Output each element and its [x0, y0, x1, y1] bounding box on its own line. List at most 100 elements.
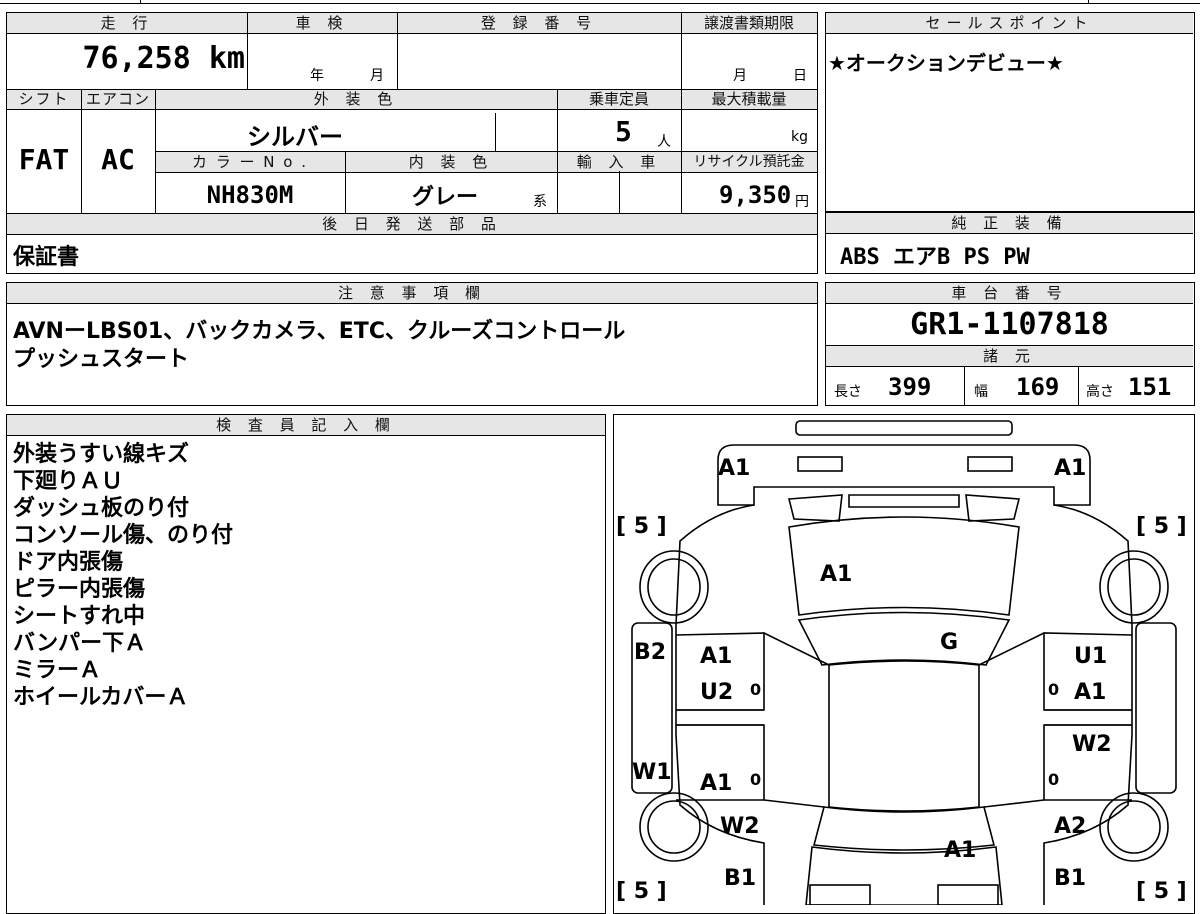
later-parts-header: 後 日 発 送 部 品 — [7, 213, 817, 235]
interior-color-value: グレー — [412, 185, 479, 210]
wheel-front-left-inner — [647, 558, 701, 616]
inspector-line: ピラー内張傷 — [13, 577, 146, 602]
top-strip-divider — [140, 0, 141, 4]
body-outline — [675, 504, 1133, 905]
registration-header: 登 録 番 号 — [397, 13, 681, 34]
damage-rear-right-1: A2 — [1054, 814, 1086, 839]
cowl-left — [787, 494, 843, 522]
inspector-header: 検 査 員 記 入 欄 — [7, 415, 605, 436]
damage-rear-left-2: B1 — [724, 866, 756, 891]
damage-front-door-right-2: A1 — [1074, 680, 1106, 705]
grid-line — [619, 171, 620, 213]
grid-line — [1078, 367, 1079, 405]
grid-line — [247, 13, 248, 89]
mileage-header: 走 行 — [7, 13, 247, 34]
exterior-color-value: シルバー — [247, 123, 343, 151]
inspection-month-unit: 月 — [370, 68, 384, 84]
damage-rear-door-left-1: A1 — [700, 771, 732, 796]
car-diagram: [ 5 ] [ 5 ] [ 5 ] [ 5 ] A1 A1 A1 G B2 A1… — [616, 420, 1187, 905]
cowl-center — [848, 494, 960, 508]
windshield — [797, 611, 1011, 666]
grid-line — [681, 13, 682, 213]
rear-bumper-right — [937, 884, 999, 905]
interior-color-suffix: 系 — [533, 194, 547, 210]
later-parts-value: 保証書 — [13, 245, 80, 270]
damage-windshield: G — [940, 630, 958, 655]
damage-left-side: W1 — [632, 760, 672, 785]
color-no-value: NH830M — [206, 181, 294, 209]
width-label: 幅 — [974, 384, 988, 400]
damage-rear-door-right-1: W2 — [1072, 732, 1112, 757]
recycle-fee-value: 9,350 — [719, 181, 792, 209]
damage-hood: A1 — [820, 562, 852, 587]
grid-line — [964, 367, 965, 405]
aircon-value: AC — [101, 143, 135, 176]
height-label: 高さ — [1086, 384, 1114, 400]
sales-point-text: ★オークションデビュー★ — [828, 51, 1064, 75]
genuine-equipment-value: ABS エアB PS PW — [840, 245, 1030, 270]
chassis-box: 車 台 番 号 GR1-1107818 諸 元 長さ 399 幅 169 高さ … — [825, 282, 1195, 406]
import-header: 輸 入 車 — [557, 151, 681, 173]
color-no-header: カ ラ ー N o . — [155, 151, 345, 173]
exterior-color-header: 外 装 色 — [155, 89, 557, 110]
max-load-header: 最大積載量 — [681, 89, 817, 110]
pillar-left — [763, 632, 830, 666]
damage-trunk: A1 — [944, 838, 976, 863]
capacity-unit: 人 — [657, 134, 671, 150]
grid-line — [81, 89, 82, 213]
specs-header: 諸 元 — [826, 345, 1193, 367]
damage-front-left: A1 — [718, 456, 750, 481]
tire-label-bl: [ 5 ] — [616, 879, 667, 904]
grid-line — [495, 113, 496, 151]
notes-box: 注 意 事 項 欄 AVNーLBS01、バックカメラ、ETC、クルーズコントロー… — [6, 282, 818, 406]
cowl-right — [965, 494, 1021, 522]
recycle-fee-unit: 円 — [795, 194, 809, 210]
grid-line — [155, 89, 156, 213]
chassis-value: GR1-1107818 — [910, 307, 1109, 342]
grid-line — [345, 151, 346, 213]
inspector-line: 外装うすい線キズ — [13, 442, 190, 467]
inspector-line: ドア内張傷 — [13, 550, 124, 575]
interior-color-header: 内 装 色 — [345, 151, 557, 173]
damage-rear-left-1: W2 — [720, 814, 760, 839]
wheel-rear-left — [639, 792, 709, 862]
inspector-line: バンパー下Ａ — [13, 631, 147, 656]
pillar-right — [978, 632, 1045, 666]
grid-line — [7, 89, 817, 90]
sales-point-header: セールスポイント — [826, 13, 1193, 34]
transfer-month-unit: 月 — [733, 68, 747, 84]
transfer-deadline-header: 譲渡書類期限 — [681, 13, 817, 34]
wheel-front-left — [639, 550, 709, 624]
damage-front-door-right-3: 0 — [1048, 680, 1059, 699]
inspector-line: コンソール傷、のり付 — [13, 523, 234, 548]
shift-value: FAT — [18, 143, 70, 176]
headlight-right — [967, 456, 1013, 472]
inspector-line: シートすれ中 — [13, 604, 146, 629]
wheel-rear-right — [1099, 792, 1169, 862]
wheel-rear-left-inner — [647, 800, 701, 854]
roof — [828, 660, 980, 812]
top-strip-divider — [1088, 0, 1089, 4]
shift-header: シフト — [7, 89, 81, 110]
aircon-header: エアコン — [81, 89, 155, 110]
sales-point-box: セールスポイント ★オークションデビュー★ — [825, 12, 1195, 212]
tire-label-br: [ 5 ] — [1136, 879, 1187, 904]
length-value: 399 — [888, 373, 932, 401]
side-skirt-right — [1135, 622, 1177, 794]
damage-front-right: A1 — [1054, 456, 1086, 481]
capacity-header: 乗車定員 — [557, 89, 681, 110]
notes-header: 注 意 事 項 欄 — [7, 283, 817, 304]
mileage-value: 76,258 km — [82, 41, 245, 76]
tire-label-tl: [ 5 ] — [616, 514, 667, 539]
notes-line-2: プッシュスタート — [13, 347, 190, 372]
damage-diagram-box: [ 5 ] [ 5 ] [ 5 ] [ 5 ] A1 A1 A1 G B2 A1… — [613, 414, 1195, 914]
inspector-line: ホイールカバーＡ — [13, 685, 189, 710]
wheel-front-right — [1099, 550, 1169, 624]
front-bumper — [717, 444, 1091, 506]
inspector-line: ダッシュ板のり付 — [13, 496, 190, 521]
chassis-header: 車 台 番 号 — [826, 283, 1193, 304]
damage-rear-door-right-2: 0 — [1048, 770, 1059, 789]
damage-left-fender: B2 — [634, 640, 666, 665]
rear-bumper-left — [809, 884, 871, 905]
damage-front-door-left-2: U2 — [700, 680, 733, 705]
